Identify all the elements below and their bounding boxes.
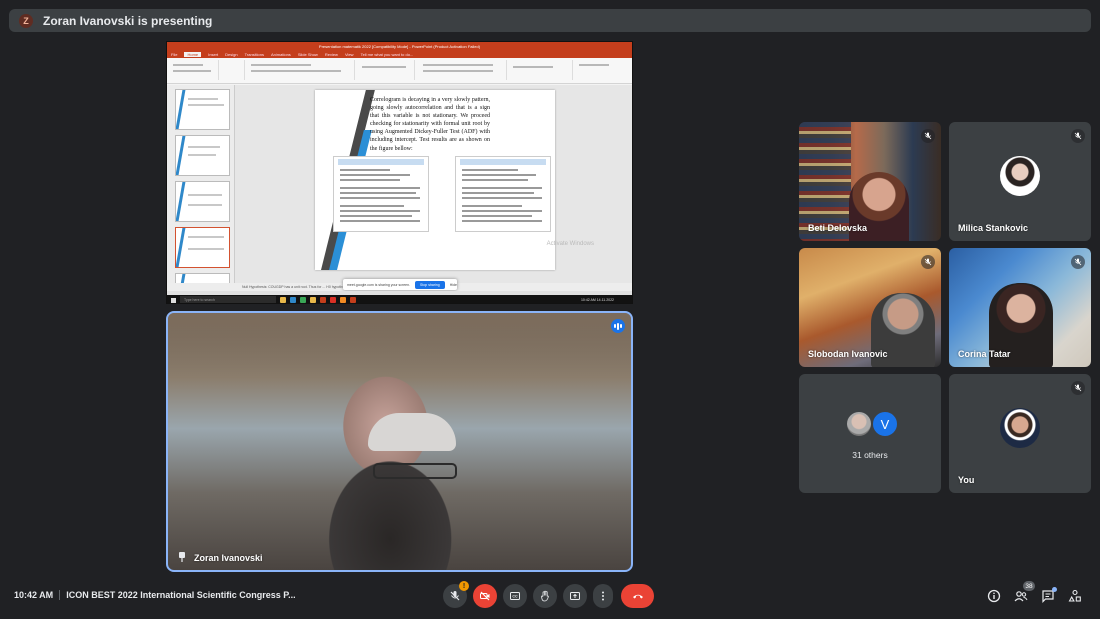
slide-body-text: Correlogram is decaying in a very slowly… bbox=[370, 97, 490, 152]
slide-figure-1 bbox=[333, 156, 429, 232]
share-notice-text: meet.google.com is sharing your screen. bbox=[347, 282, 411, 287]
taskbar-app-icon bbox=[300, 297, 306, 303]
chat-unread-dot bbox=[1052, 587, 1057, 592]
presenting-text: Zoran Ivanovski is presenting bbox=[43, 13, 213, 28]
ppt-tab: Insert bbox=[208, 52, 219, 57]
mic-off-icon bbox=[921, 129, 935, 143]
activities-icon bbox=[1068, 589, 1081, 602]
present-button[interactable] bbox=[563, 584, 587, 608]
avatar bbox=[1000, 155, 1040, 196]
ppt-tab: File bbox=[171, 52, 178, 57]
ppt-tab: View bbox=[344, 52, 354, 57]
more-vert-icon bbox=[602, 591, 604, 601]
presenter-name: Zoran Ivanovski bbox=[194, 553, 263, 563]
taskbar-app-icon bbox=[340, 297, 346, 303]
raise-hand-button[interactable] bbox=[533, 584, 557, 608]
shared-screen[interactable]: Presentation matematik 2022 [Compatibili… bbox=[166, 41, 633, 304]
ppt-tab: Transitions bbox=[244, 52, 265, 57]
clock: 10:42 AM bbox=[14, 590, 54, 600]
participant-name: Beti Delovska bbox=[808, 223, 868, 233]
others-tile[interactable]: V 31 others bbox=[799, 374, 941, 493]
taskbar-app-icon bbox=[310, 297, 316, 303]
current-slide[interactable]: Correlogram is decaying in a very slowly… bbox=[315, 90, 555, 270]
participant-name: Milica Stankovic bbox=[958, 223, 1029, 233]
windows-taskbar: Type here to search 10:42 AM 14.11.2022 bbox=[167, 295, 632, 303]
meeting-details: 10:42 AM ICON BEST 2022 International Sc… bbox=[14, 590, 296, 600]
meeting-title: ICON BEST 2022 International Scientific … bbox=[66, 590, 296, 600]
ppt-ribbon-tabs: File Home Insert Design Transitions Anim… bbox=[167, 51, 632, 58]
microphone-button[interactable]: ! bbox=[443, 581, 469, 608]
presenting-banner: Z Zoran Ivanovski is presenting bbox=[9, 9, 1091, 32]
ppt-tab: Design bbox=[225, 52, 238, 57]
participant-tile-milica[interactable]: Milica Stankovic bbox=[949, 122, 1091, 241]
meeting-info-button[interactable] bbox=[986, 588, 1002, 604]
ppt-editor: Correlogram is decaying in a very slowly… bbox=[167, 85, 632, 303]
ppt-tab: Review bbox=[324, 52, 338, 57]
ppt-tab: Animations bbox=[271, 52, 291, 57]
mic-off-icon bbox=[1071, 381, 1085, 395]
ppt-ribbon bbox=[167, 58, 632, 84]
chat-button[interactable] bbox=[1040, 587, 1057, 604]
speaking-indicator-icon bbox=[611, 319, 625, 333]
mic-warning-badge: ! bbox=[459, 581, 469, 591]
mic-off-icon bbox=[450, 591, 460, 601]
leave-call-button[interactable] bbox=[621, 584, 654, 608]
presenter-video-tile[interactable]: Zoran Ivanovski bbox=[166, 311, 633, 572]
avatar bbox=[845, 410, 873, 438]
taskbar-app-icon bbox=[350, 297, 356, 303]
svg-text:CC: CC bbox=[512, 595, 518, 599]
presenter-avatar: Z bbox=[19, 13, 33, 28]
closed-captions-icon: CC bbox=[510, 592, 520, 600]
participant-tile-beti[interactable]: Beti Delovska bbox=[799, 122, 941, 241]
taskbar-app-icon bbox=[320, 297, 326, 303]
participant-tile-corina[interactable]: Corina Tatar bbox=[949, 248, 1091, 367]
avatar bbox=[1000, 407, 1040, 448]
ppt-tab: Tell me what you want to do... bbox=[360, 52, 414, 57]
activities-button[interactable] bbox=[1067, 588, 1083, 604]
participant-name: You bbox=[958, 475, 975, 485]
hand-icon bbox=[541, 590, 549, 602]
participant-tile-slobodan[interactable]: Slobodan Ivanovic bbox=[799, 248, 941, 367]
hide-button[interactable]: Hide bbox=[450, 283, 457, 287]
avatar-letter: V bbox=[871, 410, 899, 438]
windows-start-icon bbox=[171, 297, 176, 303]
people-icon bbox=[1014, 591, 1028, 602]
bottom-control-bar: 10:42 AM ICON BEST 2022 International Sc… bbox=[0, 574, 1100, 619]
pin-icon[interactable] bbox=[178, 552, 186, 562]
present-screen-icon bbox=[570, 592, 580, 600]
taskbar-clock: 10:42 AM 14.11.2022 bbox=[580, 298, 614, 302]
camera-button[interactable] bbox=[473, 584, 497, 608]
mic-off-icon bbox=[921, 255, 935, 269]
info-icon bbox=[987, 589, 1001, 603]
ppt-window-title: Presentation matematik 2022 [Compatibili… bbox=[167, 42, 632, 51]
camera-off-icon bbox=[480, 591, 490, 601]
taskbar-search: Type here to search bbox=[180, 296, 276, 303]
activate-windows-watermark: Activate Windows bbox=[546, 241, 594, 247]
people-count-badge: 38 bbox=[1023, 581, 1035, 591]
ppt-tab: Slide Show bbox=[297, 52, 318, 57]
taskbar-app-icon bbox=[290, 297, 296, 303]
more-options-button[interactable] bbox=[593, 584, 613, 608]
participant-name: Slobodan Ivanovic bbox=[808, 349, 888, 359]
mic-off-icon bbox=[1071, 255, 1085, 269]
captions-button[interactable]: CC bbox=[503, 584, 527, 608]
slide-figure-2 bbox=[455, 156, 551, 232]
slide-thumbnails[interactable] bbox=[167, 85, 235, 303]
people-button[interactable]: 38 bbox=[1013, 581, 1035, 604]
participant-name: Corina Tatar bbox=[958, 349, 1011, 359]
others-count: 31 others bbox=[852, 450, 888, 460]
taskbar-app-icon bbox=[330, 297, 336, 303]
self-tile[interactable]: You bbox=[949, 374, 1091, 493]
ppt-tab-active: Home bbox=[184, 52, 202, 57]
taskbar-app-icon bbox=[280, 297, 286, 303]
mic-off-icon bbox=[1071, 129, 1085, 143]
screen-share-notice: meet.google.com is sharing your screen. … bbox=[343, 279, 457, 290]
stop-sharing-button[interactable]: Stop sharing bbox=[415, 280, 445, 289]
hang-up-icon bbox=[632, 594, 643, 599]
